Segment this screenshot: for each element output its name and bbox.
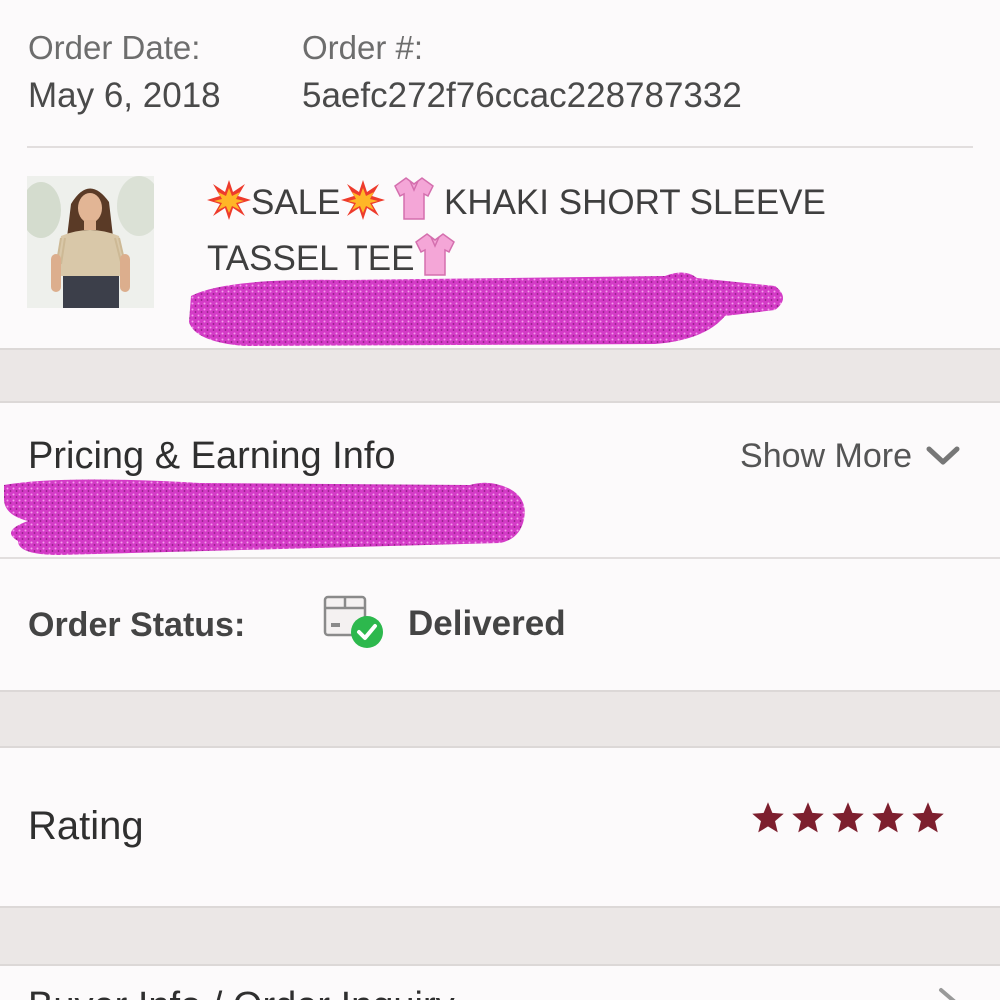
rating-section: Rating — [0, 748, 1000, 908]
order-status-label: Order Status: — [28, 606, 246, 644]
order-date-block: Order Date: May 6, 2018 — [28, 28, 221, 120]
package-delivered-icon — [322, 592, 386, 655]
tshirt-icon — [394, 176, 435, 232]
show-more-label: Show More — [740, 437, 912, 475]
star-icon[interactable] — [830, 800, 866, 836]
order-number-value: 5aefc272f76ccac228787332 — [302, 76, 742, 115]
product-thumbnail[interactable] — [27, 176, 154, 308]
buyer-info-row[interactable]: Buyer Info / Order Inquiry — [0, 965, 1000, 1000]
star-icon[interactable] — [910, 800, 946, 836]
order-number-block: Order #: 5aefc272f76ccac228787332 — [302, 28, 742, 120]
redaction-scribble — [4, 479, 525, 555]
chevron-right-icon — [936, 987, 960, 1000]
order-detail-screen: Order Date: May 6, 2018 Order #: 5aefc27… — [0, 0, 1000, 1000]
star-icon[interactable] — [790, 800, 826, 836]
divider — [0, 557, 1000, 559]
section-spacer — [0, 348, 1000, 403]
star-icon[interactable] — [870, 800, 906, 836]
order-date-label: Order Date: — [28, 29, 201, 66]
item-title-line1: KHAKI SHORT SLEEVE — [443, 183, 826, 222]
section-spacer — [0, 906, 1000, 966]
show-more-button[interactable]: Show More — [740, 437, 960, 476]
order-number-label: Order #: — [302, 29, 424, 66]
order-header: Order Date: May 6, 2018 Order #: 5aefc27… — [0, 0, 1000, 148]
order-status-value: Delivered — [408, 604, 566, 643]
star-rating[interactable] — [750, 800, 946, 836]
pricing-title: Pricing & Earning Info — [28, 435, 396, 477]
collision-icon — [207, 180, 251, 232]
sale-label: SALE — [251, 183, 341, 222]
order-date-value: May 6, 2018 — [28, 76, 221, 115]
buyer-info-label: Buyer Info / Order Inquiry — [28, 985, 455, 1000]
order-status-row: Order Status: Delivered — [0, 560, 1000, 690]
chevron-down-icon — [926, 437, 960, 476]
redaction-scribble — [189, 272, 783, 346]
section-spacer — [0, 690, 1000, 748]
order-item[interactable]: SALE KHAKI SHORT SLEEVE TASSEL TEE — [0, 148, 1000, 348]
rating-label: Rating — [28, 804, 144, 848]
pricing-section: Pricing & Earning Info Show More — [0, 403, 1000, 558]
star-icon[interactable] — [750, 800, 786, 836]
collision-icon — [340, 180, 385, 232]
